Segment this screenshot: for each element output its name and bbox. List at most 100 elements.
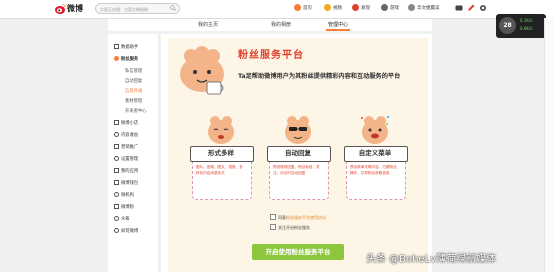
terms-link[interactable]: 粉丝服务平台使用协议 — [286, 215, 326, 220]
shop-icon — [114, 120, 119, 125]
sidebar-item-fan[interactable]: 微博粉 — [114, 204, 134, 212]
edit-icon[interactable] — [467, 4, 475, 12]
sidebar-item-apps[interactable]: 我的应用 — [114, 168, 138, 176]
nav-home[interactable]: 首页 — [294, 3, 312, 15]
feature-card-formats: 形式多样 图片、音频、图文、语音、多样化内容消息形式 — [190, 116, 254, 200]
apps-icon — [114, 168, 119, 173]
fans-service-panel: 粉丝服务平台 Ta足帮助微博用户为其粉丝提供精彩内容和互动服务的平台 形式多样 … — [168, 38, 428, 272]
wallet-icon — [114, 180, 119, 185]
weibo-logo[interactable]: 微博 — [54, 3, 88, 15]
sidebar-item-label: 如何微博 — [121, 229, 139, 234]
sidebar-item-materials[interactable]: 素材管理 — [125, 98, 142, 106]
nav-game[interactable]: 游戏 — [381, 3, 399, 15]
sidebar-item-label: 数据助手 — [121, 45, 139, 50]
card-description: 预设菜单关联内容，方便粉丝操作、引导粉丝获取信息 — [350, 165, 397, 175]
card-title: 形式多样 — [208, 149, 234, 157]
nav-video[interactable]: 视频 — [324, 3, 342, 15]
nav-discover-label: 发现 — [361, 6, 370, 11]
video-icon — [324, 4, 331, 11]
sidebar-item-label: 微博小店 — [121, 121, 139, 126]
tab-album[interactable]: 我的相册 — [251, 19, 311, 31]
weibo-logo-icon — [55, 4, 66, 14]
nav-home-label: 首页 — [303, 6, 312, 11]
sidebar-item-label: 微博粉 — [121, 205, 134, 210]
sidebar-item-label: 粉丝服务 — [121, 57, 139, 62]
sidebar-item-label: 微机构 — [121, 193, 134, 198]
follow-checkbox[interactable] — [270, 224, 276, 230]
speed-gauge: 28 — [499, 17, 516, 34]
agree-terms-row[interactable]: 同意粉丝服务平台使用协议 — [270, 214, 326, 221]
follow-option-row[interactable]: 关注开启粉丝服务 — [270, 224, 310, 231]
card-description: 图片、音频、图文、语音、多样化内容消息形式 — [196, 165, 243, 175]
tab-home[interactable]: 我的主页 — [178, 19, 238, 31]
user-icon — [408, 4, 415, 11]
nav-user[interactable]: 华文捷赢读 — [408, 3, 440, 15]
sidebar-item-income[interactable]: 内容收益 — [114, 132, 138, 140]
sidebar-item-settings[interactable]: 设置管理 — [114, 156, 138, 164]
search-input[interactable]: 大家正在搜：方案大揭秘刷 — [95, 3, 180, 14]
happy-mascot-icon — [208, 116, 234, 144]
chart-icon — [114, 44, 119, 49]
follow-label: 关注开启粉丝服务 — [278, 225, 310, 230]
profile-tabs: 我的主页 我的相册 管理中心 — [108, 19, 432, 31]
top-bar: 微博 大家正在搜：方案大揭秘刷 首页 视频 发现 游戏 华文捷赢读 — [0, 0, 554, 19]
panel-title: 粉丝服务平台 — [238, 50, 304, 61]
feature-card-custom-menu: 自定义菜单 预设菜单关联内容，方便粉丝操作、引导粉丝获取信息 — [344, 116, 408, 200]
promo-icon — [114, 144, 119, 149]
sidebar-item-wallet[interactable]: 微博钱包 — [114, 180, 138, 188]
sidebar-item-label: 内容收益 — [121, 133, 139, 138]
card-title: 自动回复 — [285, 149, 311, 157]
download-speed: 0.6K/s — [520, 26, 533, 31]
message-icon[interactable] — [455, 4, 463, 12]
watermark: 头条 @BoheLv薄荷绿新媒体 — [366, 254, 497, 265]
sidebar-item-label: 微博钱包 — [121, 181, 139, 186]
sidebar-item-messages[interactable]: 私信管理 — [125, 68, 142, 76]
mascot-illustration — [180, 46, 224, 95]
sidebar-item-label: 众筹 — [121, 217, 130, 222]
home-icon — [294, 4, 301, 11]
start-fans-service-button[interactable]: 开启使用粉丝服务平台 — [252, 244, 344, 260]
help-icon — [114, 228, 119, 233]
game-icon — [381, 4, 388, 11]
settings-icon — [114, 156, 119, 161]
party-mascot-icon — [361, 116, 389, 144]
agree-prefix: 同意 — [278, 215, 286, 220]
panel-description: Ta足帮助微博用户为其粉丝提供精彩内容和互动服务的平台 — [238, 73, 401, 80]
sidebar-item-org[interactable]: 微机构 — [114, 192, 134, 200]
agree-terms-checkbox[interactable] — [270, 214, 276, 220]
discover-icon — [352, 4, 359, 11]
sidebar-item-label: 设置管理 — [121, 157, 139, 162]
sidebar-item-label: 营销推广 — [121, 145, 139, 150]
nav-discover[interactable]: 发现 — [352, 3, 370, 15]
nav-game-label: 游戏 — [390, 6, 399, 11]
logo-text: 微博 — [67, 4, 83, 13]
feature-card-auto-reply: 自动回复 预设规则回复，粉丝私信、关注、评论时自动回复 — [267, 116, 331, 200]
card-title: 自定义菜单 — [358, 149, 392, 157]
sidebar-item-crowd[interactable]: 众筹 — [114, 216, 130, 224]
fan-icon — [114, 204, 119, 209]
top-icons — [455, 4, 497, 14]
settings-gear-icon[interactable] — [479, 4, 487, 12]
sidebar-item-activate[interactable]: 信息开通 — [125, 88, 142, 96]
sidebar-item-shop[interactable]: 微博小店 — [114, 120, 138, 128]
sidebar-item-data[interactable]: 数据助手 — [114, 44, 138, 52]
search-icon[interactable] — [170, 5, 176, 11]
sidebar-item-fans-service[interactable]: 粉丝服务 — [114, 56, 138, 64]
upload-speed: 0.1K/s — [520, 18, 533, 23]
sidebar: 数据助手 粉丝服务 私信管理 自动回复 信息开通 素材管理 开发者中心 微博小店… — [108, 34, 158, 272]
vertical-scrollbar[interactable] — [544, 18, 554, 272]
network-speed-widget: 28 0.1K/s 0.6K/s — [496, 14, 546, 38]
main-content: 粉丝服务平台 Ta足帮助微博用户为其粉丝提供精彩内容和互动服务的平台 形式多样 … — [161, 34, 432, 272]
card-description: 预设规则回复，粉丝私信、关注、评论时自动回复 — [273, 165, 320, 175]
crowd-icon — [114, 216, 119, 221]
org-icon — [114, 192, 119, 197]
cool-mascot-icon — [285, 116, 311, 144]
sidebar-item-developer[interactable]: 开发者中心 — [125, 108, 146, 116]
sidebar-item-help[interactable]: 如何微博 — [114, 228, 138, 236]
fans-icon — [114, 56, 119, 61]
sidebar-item-promo[interactable]: 营销推广 — [114, 144, 138, 152]
sidebar-item-auto-reply[interactable]: 自动回复 — [125, 78, 142, 86]
income-icon — [114, 132, 119, 137]
nav-video-label: 视频 — [333, 6, 342, 11]
tab-manage-center[interactable]: 管理中心 — [308, 19, 368, 31]
